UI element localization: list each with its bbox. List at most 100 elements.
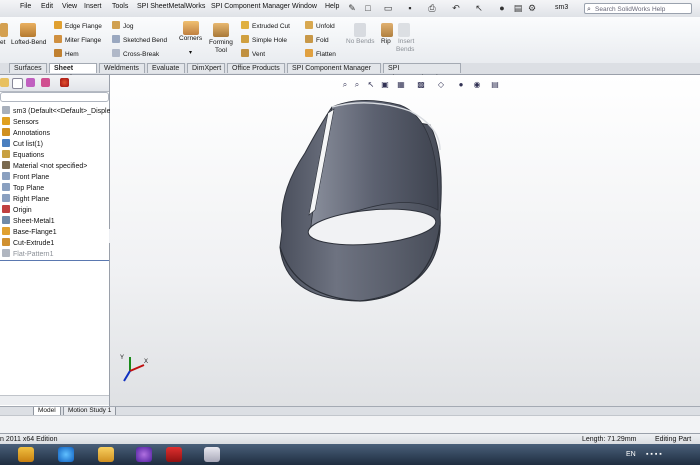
input-language[interactable]: EN xyxy=(626,451,636,458)
pin-icon[interactable]: ✎ xyxy=(346,2,358,14)
graphics-viewport[interactable]: Y X xyxy=(110,75,700,406)
simple-hole-button[interactable]: Simple Hole xyxy=(241,35,287,44)
corners-button[interactable]: Corners xyxy=(179,35,202,42)
tab-spi-component-manager[interactable]: SPI Component Manager xyxy=(287,63,381,73)
lofted-bend-button[interactable]: Lofted-Bend xyxy=(11,39,46,46)
vent-button[interactable]: Vent xyxy=(241,49,265,58)
menu-view[interactable]: View xyxy=(62,3,77,10)
tree-item-cut-extrude1[interactable]: Cut-Extrude1 xyxy=(0,238,54,248)
menu-spi-component-manager[interactable]: SPI Component Manager xyxy=(211,3,290,10)
miter-flange-button[interactable]: Miter Flange xyxy=(54,35,101,44)
tree-item-right-plane[interactable]: Right Plane xyxy=(0,194,49,204)
tab-dimxpert[interactable]: DimXpert xyxy=(187,63,225,73)
cross-break-button[interactable]: Cross-Break xyxy=(112,49,159,58)
no-bends-button[interactable]: No Bends xyxy=(346,38,375,45)
file-properties-icon[interactable]: ▤ xyxy=(512,2,524,14)
dimxpert-manager-tab-icon[interactable] xyxy=(41,78,50,87)
edit-appearance-icon[interactable]: ● xyxy=(456,80,466,90)
display-style-icon[interactable]: ▩ xyxy=(416,80,426,90)
previous-view-icon[interactable]: ↖ xyxy=(366,80,376,90)
sensors-icon xyxy=(2,117,10,125)
message-strip xyxy=(0,415,700,434)
tab-sheet-metal[interactable]: Sheet Metal xyxy=(49,63,97,82)
paint-icon[interactable] xyxy=(204,447,220,462)
tray-icons[interactable]: ▪ ▪ ▪ ▪ xyxy=(646,451,662,458)
tree-item-top-plane[interactable]: Top Plane xyxy=(0,183,44,193)
extruded-cut-button[interactable]: Extruded Cut xyxy=(241,21,290,30)
rip-button[interactable]: Rip xyxy=(381,38,391,45)
tree-item-origin[interactable]: Origin xyxy=(0,205,32,215)
lofted-bend-icon[interactable] xyxy=(20,23,36,37)
unfold-button[interactable]: Unfold xyxy=(305,21,335,30)
hem-button[interactable]: Hem xyxy=(54,49,79,58)
application-icon[interactable] xyxy=(136,447,152,462)
select-arrow-icon[interactable]: ↖ xyxy=(473,2,485,14)
tab-spi-sheetmetalworks[interactable]: SPI SheetMetalWorks xyxy=(383,63,461,82)
menu-help[interactable]: Help xyxy=(325,3,339,10)
view-settings-icon[interactable]: ▤ xyxy=(490,80,500,90)
display-manager-tab-icon[interactable] xyxy=(60,78,69,87)
partial-tool-icon[interactable] xyxy=(0,23,8,37)
feature-tree-tab-icon[interactable] xyxy=(0,78,9,87)
jog-button[interactable]: Jog xyxy=(112,21,133,30)
forming-tool-label-2[interactable]: Tool xyxy=(215,47,227,54)
sketched-bend-button[interactable]: Sketched Bend xyxy=(112,35,167,44)
tab-office-products[interactable]: Office Products xyxy=(227,63,285,73)
insert-bends-label-2[interactable]: Bends xyxy=(396,46,414,53)
tab-weldments[interactable]: Weldments xyxy=(99,63,145,73)
view-orientation-icon[interactable]: ▦ xyxy=(396,80,406,90)
file-explorer-icon[interactable] xyxy=(98,447,114,462)
internet-explorer-icon[interactable] xyxy=(58,447,74,462)
forming-tool-icon[interactable] xyxy=(213,23,229,37)
media-player-icon[interactable] xyxy=(18,447,34,462)
menu-insert[interactable]: Insert xyxy=(84,3,102,10)
tree-item-annotations[interactable]: Annotations xyxy=(0,128,50,138)
tree-root-part[interactable]: sm3 (Default<<Default>_Disple xyxy=(0,106,110,116)
panel-horizontal-scrollbar[interactable] xyxy=(0,395,109,405)
hide-show-items-icon[interactable]: ◇ xyxy=(436,80,446,90)
configuration-manager-tab-icon[interactable] xyxy=(26,78,35,87)
forming-tool-label-1[interactable]: Forming xyxy=(209,39,233,46)
tree-item-cut-list[interactable]: Cut list(1) xyxy=(0,139,43,149)
corners-icon[interactable] xyxy=(183,21,199,35)
tree-item-base-flange1[interactable]: Base-Flange1 xyxy=(0,227,57,237)
tab-evaluate[interactable]: Evaluate xyxy=(147,63,185,73)
print-icon[interactable]: ⎙ xyxy=(426,2,438,14)
tab-surfaces[interactable]: Surfaces xyxy=(9,63,47,73)
menu-spi-sheetmetalworks[interactable]: SPI SheetMetalWorks xyxy=(137,3,205,10)
tree-item-front-plane[interactable]: Front Plane xyxy=(0,172,49,182)
tree-item-equations[interactable]: Equations xyxy=(0,150,44,160)
insert-bends-icon xyxy=(398,23,410,37)
tree-item-flat-pattern1[interactable]: Flat-Pattern1 xyxy=(0,249,53,259)
apply-scene-icon[interactable]: ◉ xyxy=(472,80,482,90)
section-view-icon[interactable]: ▣ xyxy=(380,80,390,90)
property-manager-tab-icon[interactable] xyxy=(12,78,23,89)
tree-filter-input[interactable] xyxy=(0,92,109,102)
fold-button[interactable]: Fold xyxy=(305,35,329,44)
tree-item-sheet-metal1[interactable]: Sheet-Metal1 xyxy=(0,216,55,226)
menu-edit[interactable]: Edit xyxy=(41,3,53,10)
options-gear-icon[interactable]: ⚙ xyxy=(526,2,538,14)
tree-item-sensors[interactable]: Sensors xyxy=(0,117,39,127)
zoom-to-fit-icon[interactable]: ⌕ xyxy=(340,80,350,90)
new-document-icon[interactable]: □ xyxy=(362,2,374,14)
zoom-area-icon[interactable]: ⌕ xyxy=(352,80,362,90)
feature-manager-panel: sm3 (Default<<Default>_Disple Sensors An… xyxy=(0,75,110,406)
search-input[interactable]: ⌕ Search SolidWorks Help xyxy=(584,3,692,14)
save-icon[interactable]: ▪ xyxy=(404,2,416,14)
flatten-button[interactable]: Flatten xyxy=(305,49,336,58)
tree-item-material[interactable]: Material <not specified> xyxy=(0,161,87,171)
corners-dropdown-icon[interactable]: ▾ xyxy=(189,49,192,56)
menu-window[interactable]: Window xyxy=(292,3,317,10)
insert-bends-label-1[interactable]: Insert xyxy=(398,38,414,45)
menu-file[interactable]: File xyxy=(20,3,31,10)
rebuild-icon[interactable]: ● xyxy=(496,2,508,14)
solidworks-taskbar-icon[interactable] xyxy=(166,447,182,462)
open-folder-icon[interactable]: ▭ xyxy=(382,2,394,14)
menu-tools[interactable]: Tools xyxy=(112,3,128,10)
rip-icon[interactable] xyxy=(381,23,393,37)
sheet-metal-cylinder-model[interactable] xyxy=(110,75,700,406)
edge-flange-button[interactable]: Edge Flange xyxy=(54,21,102,30)
undo-icon[interactable]: ↶ xyxy=(450,2,462,14)
rollback-bar[interactable] xyxy=(0,260,109,261)
